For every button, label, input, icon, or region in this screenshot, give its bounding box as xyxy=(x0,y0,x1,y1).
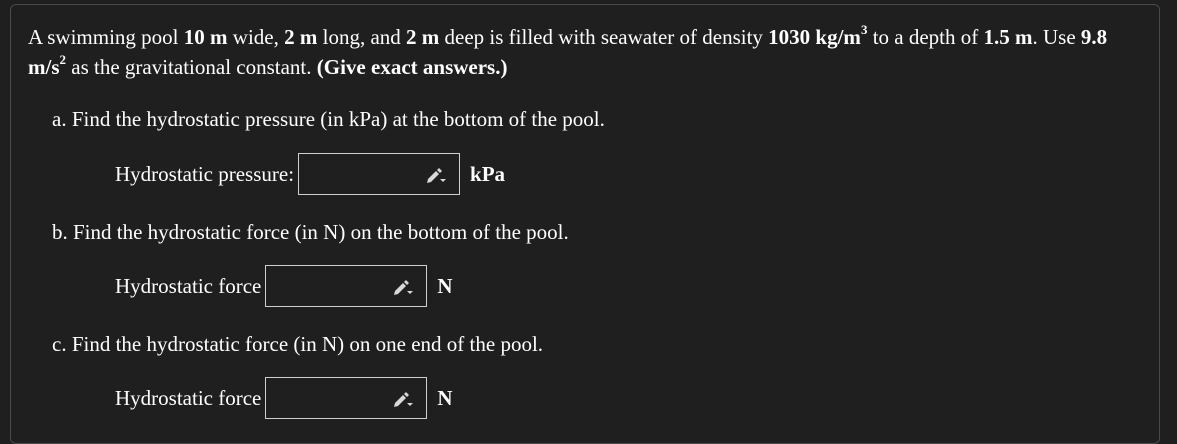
part-a-question: a. Find the hydrostatic pressure (in kPa… xyxy=(52,107,605,131)
problem-text: as the gravitational constant. xyxy=(71,55,312,79)
fill-depth: 1.5 m xyxy=(983,25,1033,49)
gravity-exponent: 2 xyxy=(59,52,67,67)
pool-length: 2 m xyxy=(284,25,318,49)
pressure-input[interactable] xyxy=(299,154,430,196)
density-exponent: 3 xyxy=(860,22,868,37)
part-b-answer-box xyxy=(265,265,428,308)
part-a-unit: kPa xyxy=(470,161,506,186)
part-a-label: Hydrostatic pressure: xyxy=(115,161,295,186)
part-b-answer-row: Hydrostatic force N xyxy=(115,265,453,308)
part-c-label: Hydrostatic force xyxy=(115,385,262,410)
problem-text: to a depth of xyxy=(872,25,979,49)
part-c-answer-row: Hydrostatic force N xyxy=(115,377,453,420)
part-b-unit: N xyxy=(437,273,453,298)
part-a-answer-row: Hydrostatic pressure: kPa xyxy=(115,153,506,196)
density-value: 1030 kg/m xyxy=(768,25,861,49)
pool-width: 10 m xyxy=(183,25,228,49)
pool-depth: 2 m xyxy=(406,25,440,49)
problem-text: deep is filled with seawater of density xyxy=(444,25,763,49)
problem-text: . Use xyxy=(1032,25,1076,49)
problem-text: long, and xyxy=(322,25,401,49)
part-c-question: c. Find the hydrostatic force (in N) on … xyxy=(52,332,544,356)
part-b-question: b. Find the hydrostatic force (in N) on … xyxy=(52,220,569,244)
seawater-density: 1030 kg/m3 xyxy=(768,22,868,49)
problem-text: wide, xyxy=(232,25,279,49)
problem-statement: A swimming pool 10 m wide, 2 m long, and… xyxy=(28,22,1138,82)
pencil-dropdown-icon[interactable] xyxy=(392,390,414,408)
part-c-unit: N xyxy=(437,385,453,410)
end-force-input[interactable] xyxy=(266,378,397,420)
pencil-dropdown-icon[interactable] xyxy=(425,166,447,184)
exact-answers-note: (Give exact answers.) xyxy=(316,55,508,79)
problem-text: A swimming pool xyxy=(28,25,179,49)
part-a-answer-box xyxy=(298,153,461,196)
bottom-force-input[interactable] xyxy=(266,266,397,308)
part-c-answer-box xyxy=(265,377,428,420)
part-b-label: Hydrostatic force xyxy=(115,273,262,298)
pencil-dropdown-icon[interactable] xyxy=(392,278,414,296)
